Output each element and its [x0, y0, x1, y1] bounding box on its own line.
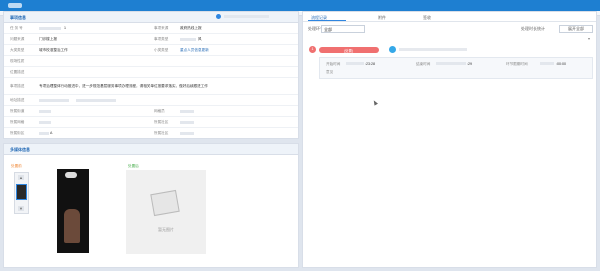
deadline-value: :00:00	[556, 62, 566, 66]
masked-value	[76, 99, 116, 102]
field-label: 任 务 号	[10, 26, 23, 30]
masked-value	[39, 27, 61, 30]
header-masked-text	[224, 15, 269, 18]
masked-value	[39, 110, 51, 113]
field-label: 所属街道	[10, 109, 25, 113]
after-photo-placeholder: 暂无图片	[126, 170, 206, 254]
masked-value	[180, 132, 194, 135]
event-info-title: 事项信息	[10, 15, 26, 20]
field-label: 所属街区	[10, 131, 25, 135]
field-row: 位置描述	[4, 67, 298, 78]
masked-value	[180, 38, 196, 41]
stage-select[interactable]: 全部	[321, 25, 365, 33]
end-time-label: 结束时间	[416, 62, 431, 66]
start-time-label: 开始时间	[326, 62, 341, 66]
field-label: 现场性质	[10, 59, 25, 63]
thumb-up-button[interactable]: ▲	[18, 175, 24, 180]
field-label: 所属网格	[10, 120, 25, 124]
before-label: 处置前	[11, 164, 22, 168]
field-row: 任 务 号 1 事项来源 政府热线上报	[4, 23, 298, 34]
field-value: 城市校准整治工作	[39, 48, 68, 52]
field-label-2: 事项类型	[154, 37, 169, 41]
note-label: 意见	[326, 70, 334, 74]
duration-stat-label[interactable]: 处理时长统计	[521, 26, 545, 32]
field-value: 门诊楼上报	[39, 37, 57, 41]
field-row: 地址描述	[4, 95, 298, 106]
field-value: A	[50, 131, 53, 135]
step-status: (处置)	[344, 49, 354, 53]
thumbnail-strip: ▲ ▼	[14, 172, 29, 214]
event-info-panel: 事项信息 任 务 号 1 事项来源 政府热线上报 问题来源 门诊楼上报 事项类型…	[3, 11, 299, 139]
masked-value	[436, 62, 466, 65]
event-info-header: 事项信息	[4, 12, 298, 23]
app-logo	[8, 3, 22, 8]
before-photo[interactable]	[57, 169, 89, 253]
field-label: 地址描述	[10, 98, 25, 102]
field-label-2: 所属社区	[154, 131, 169, 135]
field-row: 事项描述 专项治理整体行动推进中，进一步规范基层服务事项办理流程，请相关单位按要…	[4, 78, 298, 95]
field-row: 所属街道 网格员	[4, 106, 298, 117]
field-label-2: 事项来源	[154, 26, 169, 30]
thumb-down-button[interactable]: ▼	[18, 206, 24, 211]
field-label: 问题来源	[10, 37, 25, 41]
field-label: 大类类型	[10, 48, 25, 52]
masked-value	[39, 132, 49, 135]
step-number: 1	[309, 46, 316, 53]
tab-sign[interactable]: 签收	[423, 15, 431, 21]
no-image-caption: 暂无图片	[158, 227, 174, 232]
masked-value	[180, 110, 194, 113]
top-app-bar	[0, 0, 600, 11]
step-detail-box: 开始时间 :23:28 结束时间 :29 环节限期时间 :00:00 意见	[319, 57, 593, 79]
handler-masked-name	[399, 48, 467, 51]
field-row: 现场性质	[4, 56, 298, 67]
stage-select-value: 全部	[324, 27, 332, 32]
collapse-icon[interactable]: ▾	[588, 36, 590, 41]
masked-value	[39, 99, 69, 102]
end-time-value: :29	[467, 62, 472, 66]
masked-value	[346, 62, 364, 65]
step-status-pill: (处置)	[319, 47, 379, 53]
media-title: 多媒体信息	[10, 147, 30, 152]
field-value-2: 政府热线上报	[180, 26, 202, 30]
process-panel: 流程记录 附件 签收 处理环节 全部 处理时长统计 展开全部 ▾ 1 (处置) …	[302, 11, 597, 268]
process-entry: 1 (处置) 开始时间 :23:28 结束时间 :29 环节限期时间 :00:0…	[307, 44, 594, 88]
field-row: 所属街区 A 所属社区	[4, 128, 298, 138]
tab-bar: 流程记录 附件 签收	[303, 12, 596, 22]
field-row: 大类类型 城市校准整治工作 小类类型 重点人员信息更新	[4, 45, 298, 56]
event-description: 专项治理整体行动推进中，进一步规范基层服务事项办理流程，请相关单位按要求落实，做…	[39, 84, 208, 88]
expand-all-button[interactable]: 展开全部	[559, 25, 593, 33]
user-icon	[389, 46, 396, 53]
masked-value	[540, 62, 554, 65]
media-header: 多媒体信息	[4, 144, 298, 155]
active-tab-underline	[308, 20, 346, 21]
field-value-2: 风	[198, 37, 202, 41]
photo-subject	[64, 209, 80, 243]
field-row: 问题来源 门诊楼上报 事项类型 风	[4, 34, 298, 45]
field-label-2: 小类类型	[154, 48, 169, 52]
after-label: 处置后	[128, 164, 139, 168]
field-label: 事项描述	[10, 84, 25, 88]
masked-value	[39, 121, 51, 124]
field-label: 位置描述	[10, 70, 25, 74]
deadline-label: 环节限期时间	[506, 62, 528, 66]
field-label-2: 所属社区	[154, 120, 169, 124]
filter-bar: 处理环节 全部 处理时长统计 展开全部	[303, 23, 596, 33]
masked-value	[180, 121, 194, 124]
start-time-value: :23:28	[365, 62, 375, 66]
field-label-2: 网格员	[154, 109, 165, 113]
field-row: 所属网格 所属社区	[4, 117, 298, 128]
image-placeholder-icon	[150, 189, 180, 217]
field-value-link[interactable]: 重点人员信息更新	[180, 48, 209, 53]
photo-masked-area	[65, 172, 77, 178]
field-value: 1	[64, 26, 66, 30]
tab-attachments[interactable]: 附件	[378, 15, 386, 21]
thumbnail[interactable]	[16, 184, 27, 200]
info-icon[interactable]	[216, 14, 221, 19]
